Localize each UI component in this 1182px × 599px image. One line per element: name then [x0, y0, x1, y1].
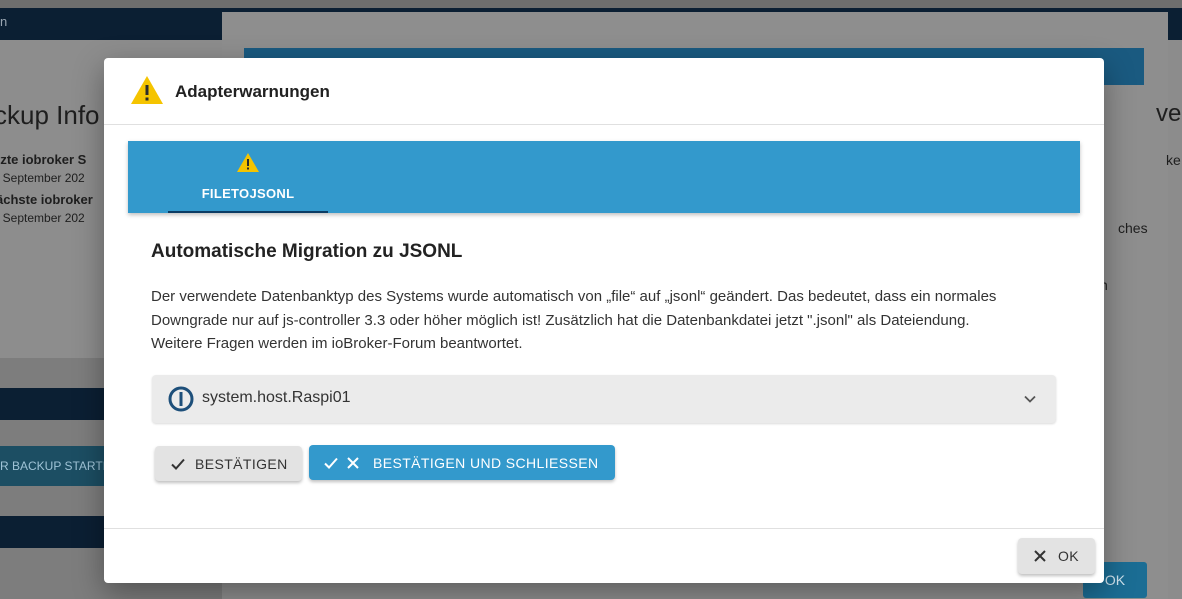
- close-icon: [1034, 550, 1046, 562]
- background-right-text: ches: [1118, 220, 1148, 236]
- background-right-text: ke: [1166, 152, 1181, 168]
- confirm-and-close-button[interactable]: BESTÄTIGEN UND SCHLIESSEN: [309, 445, 615, 480]
- background-line: ächste iobroker: [0, 192, 93, 207]
- dialog-footer: [104, 528, 1104, 584]
- migration-description: Der verwendete Datenbanktyp des Systems …: [151, 288, 997, 352]
- close-icon: [347, 457, 359, 469]
- background-line: . September 202: [0, 171, 85, 185]
- background-backup-title: ckup Info: [0, 100, 100, 130]
- warning-icon: [237, 153, 259, 172]
- confirm-button[interactable]: BESTÄTIGEN: [155, 446, 302, 481]
- background-right-text: ve: [1156, 100, 1182, 127]
- dialog-title: Adapterwarnungen: [175, 82, 330, 101]
- confirm-and-close-button-label: BESTÄTIGEN UND SCHLIESSEN: [373, 455, 599, 471]
- tab-selected-indicator: [168, 211, 328, 213]
- warning-icon: [131, 76, 163, 104]
- check-icon: [324, 457, 338, 469]
- host-label: system.host.Raspi01: [202, 389, 351, 406]
- iobroker-logo-icon: [168, 386, 194, 412]
- ok-button[interactable]: OK: [1018, 538, 1095, 574]
- chevron-down-icon: [1024, 395, 1036, 403]
- section-title: Automatische Migration zu JSONL: [151, 241, 463, 262]
- dialog-header: Adapterwarnungen: [104, 58, 1104, 125]
- ok-button-label: OK: [1058, 548, 1080, 564]
- background-line: . September 202: [0, 211, 85, 225]
- host-accordion[interactable]: system.host.Raspi01: [152, 375, 1056, 423]
- tab-label: FILETOJSONL: [201, 186, 295, 201]
- confirm-button-label: BESTÄTIGEN: [195, 456, 288, 472]
- check-icon: [171, 458, 185, 470]
- adapter-warnings-dialog: Adapterwarnungen FILETOJSONL Automatisch…: [104, 58, 1104, 583]
- background-topbar-text: n: [0, 14, 8, 29]
- background-top-strip: [0, 0, 1182, 8]
- background-line: tzte iobroker S: [0, 152, 87, 167]
- tab-bar: FILETOJSONL: [128, 141, 1080, 213]
- tab-filetojsonl[interactable]: FILETOJSONL: [168, 141, 328, 213]
